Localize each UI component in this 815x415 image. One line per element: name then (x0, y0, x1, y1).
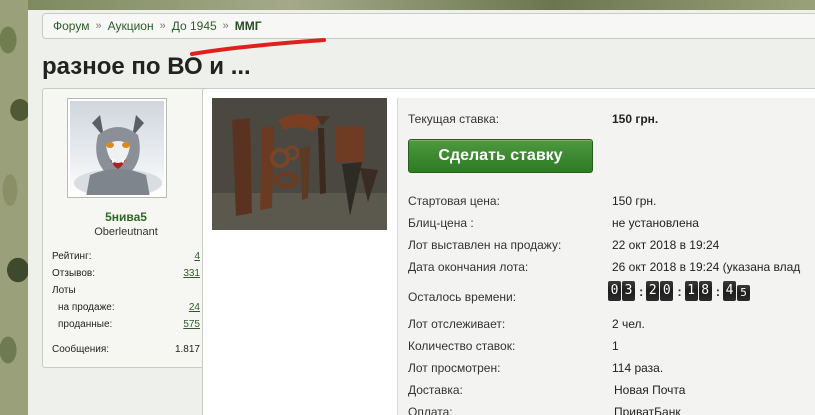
start-price-value: 150 грн. (612, 194, 657, 208)
watchers-label: Лот отслеживает: (408, 317, 506, 331)
timer-digit: 3 (622, 281, 635, 301)
user-rank: Oberleutnant (94, 226, 158, 238)
sold-link[interactable]: 575 (183, 319, 200, 330)
countdown-timer: 0 3 : 2 0 : 1 8 : 4 5 (608, 281, 751, 301)
breadcrumb-before-1945[interactable]: До 1945 (172, 19, 217, 33)
stat-reviews: Отзывов: 331 (52, 265, 200, 282)
messages-count: 1.817 (174, 344, 200, 355)
timer-digit: 1 (684, 281, 698, 301)
rating-link[interactable]: 4 (194, 251, 200, 262)
breadcrumb-auction[interactable]: Аукцион (108, 19, 154, 33)
views-label: Лот просмотрен: (408, 361, 501, 375)
camo-background-top (28, 0, 815, 10)
breadcrumb-separator: » (95, 20, 102, 32)
lot-content: Текущая ставка: 150 грн. Сделать ставку … (202, 88, 815, 415)
views-value: 114 раза. (612, 361, 664, 375)
author-profile: 5нива5 Oberleutnant Рейтинг: 4 Отзывов: … (42, 88, 208, 368)
lot-details: Текущая ставка: 150 грн. Сделать ставку … (397, 98, 815, 415)
bid-count-value: 1 (612, 339, 619, 353)
reviews-link[interactable]: 331 (183, 268, 200, 279)
timer-digit: 0 (660, 281, 674, 301)
timer-digit: 8 (698, 281, 712, 301)
end-date-label: Дата окончания лота: (408, 260, 529, 274)
start-price-label: Стартовая цена: (408, 194, 500, 208)
timer-digit: 0 (608, 281, 621, 301)
breadcrumb-current[interactable]: ММГ (235, 19, 262, 33)
camo-background-left (0, 0, 28, 415)
stat-label: Лоты (52, 285, 76, 296)
bid-count-label: Количество ставок: (408, 339, 516, 353)
timer-digit: 2 (646, 281, 660, 301)
username[interactable]: 5нива5 (43, 210, 209, 224)
blitz-price-label: Блиц-цена : (408, 216, 474, 230)
page-title: разное по ВО и ... (42, 53, 251, 80)
breadcrumb-separator: » (159, 20, 166, 32)
stat-lots: Лоты (52, 282, 200, 299)
stat-label: проданные: (58, 319, 113, 330)
end-date-value: 26 окт 2018 в 19:24 (указана влад (612, 260, 801, 274)
timer-digit: 5 (737, 285, 751, 301)
on-sale-link[interactable]: 24 (189, 302, 200, 313)
stat-label: на продаже: (58, 302, 115, 313)
place-bid-button[interactable]: Сделать ставку (408, 139, 593, 173)
stat-on-sale: на продаже: 24 (52, 299, 200, 316)
blitz-price-value: не установлена (612, 216, 699, 230)
stat-label: Сообщения: (52, 344, 110, 355)
stat-messages: Сообщения: 1.817 (52, 341, 200, 358)
payment-value: ПриватБанк (614, 405, 681, 415)
stat-label: Рейтинг: (52, 251, 92, 262)
timer-digit: 4 (723, 281, 737, 301)
current-bid-label: Текущая ставка: (408, 112, 500, 126)
main-area: Форум » Аукцион » До 1945 » ММГ разное п… (28, 10, 815, 415)
current-bid-value: 150 грн. (612, 112, 659, 126)
avatar[interactable] (67, 98, 167, 198)
listed-date-label: Лот выставлен на продажу: (408, 238, 562, 252)
wolf-avatar-image (70, 101, 164, 195)
breadcrumb-separator: » (222, 20, 229, 32)
user-stats: Рейтинг: 4 Отзывов: 331 Лоты на продаже:… (52, 248, 200, 358)
delivery-value: Новая Почта (614, 383, 686, 397)
stat-label: Отзывов: (52, 268, 95, 279)
time-remaining-label: Осталось времени: (408, 290, 517, 304)
breadcrumb: Форум » Аукцион » До 1945 » ММГ (42, 13, 815, 39)
watchers-value: 2 чел. (612, 317, 645, 331)
payment-label: Оплата: (408, 405, 453, 415)
listed-date-value: 22 окт 2018 в 19:24 (612, 238, 720, 252)
breadcrumb-forum[interactable]: Форум (53, 19, 89, 33)
stat-sold: проданные: 575 (52, 316, 200, 333)
stat-rating: Рейтинг: 4 (52, 248, 200, 265)
lot-photo[interactable] (212, 98, 387, 230)
delivery-label: Доставка: (408, 383, 463, 397)
